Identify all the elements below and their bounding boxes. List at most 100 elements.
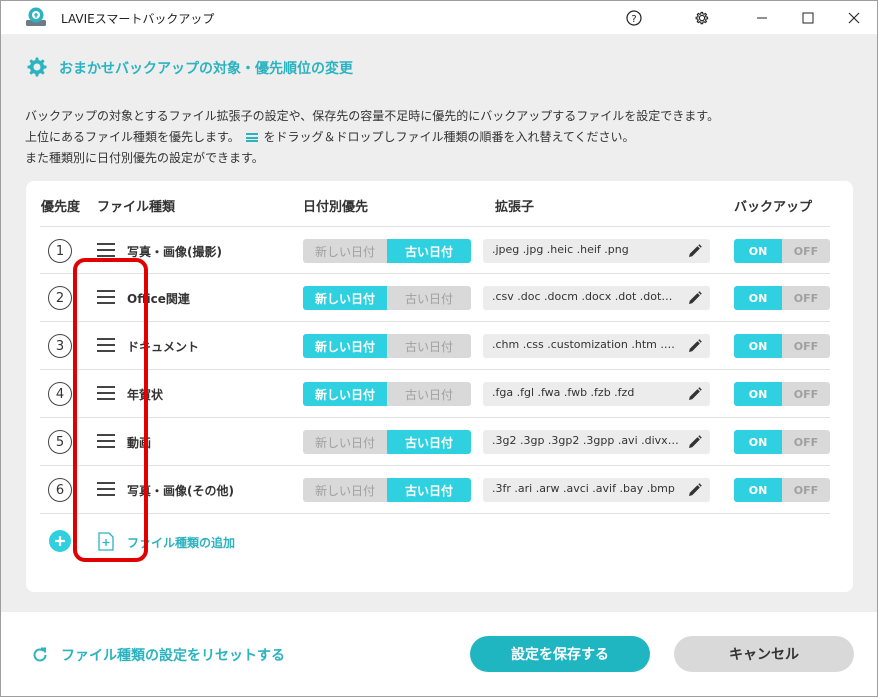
header-backup: バックアップ — [734, 200, 813, 215]
backup-on-option[interactable]: ON — [734, 430, 782, 454]
header-priority: 優先度 — [41, 200, 81, 215]
maximize-button[interactable] — [785, 1, 831, 34]
section-heading: おまかせバックアップの対象・優先順位の変更 — [25, 56, 353, 80]
footer: ファイル種類の設定をリセットする 設定を保存する キャンセル — [1, 612, 877, 696]
priority-badge: 2 — [48, 286, 72, 310]
file-type-name: 年賀状 — [127, 388, 164, 402]
pencil-icon[interactable] — [687, 434, 703, 450]
older-date-option[interactable]: 古い日付 — [387, 382, 471, 406]
description-line-2: 上位にあるファイル種類を優先します。 をドラッグ＆ドロップしファイル種類の順番を… — [25, 127, 719, 148]
date-priority-toggle: 新しい日付 古い日付 — [303, 334, 471, 358]
backup-off-option[interactable]: OFF — [782, 286, 830, 310]
priority-badge: 1 — [48, 239, 72, 263]
priority-badge: 3 — [48, 334, 72, 358]
description-line-2-end: をドラッグ＆ドロップしファイル種類の順番を入れ替えてください。 — [263, 130, 635, 144]
older-date-option[interactable]: 古い日付 — [387, 286, 471, 310]
older-date-option[interactable]: 古い日付 — [387, 239, 471, 263]
backup-switch[interactable]: ON OFF — [734, 478, 830, 502]
file-type-name: 動画 — [127, 436, 152, 450]
table-row[interactable]: 2 Office関連 新しい日付 古い日付 .csv .doc .docm .docx … — [40, 274, 830, 322]
date-priority-toggle: 新しい日付 古い日付 — [303, 382, 471, 406]
table-row[interactable]: 3 ドキュメント 新しい日付 古い日付 .chm .css .customization… — [40, 322, 830, 370]
drag-handle-icon[interactable] — [97, 386, 115, 400]
pencil-icon[interactable] — [687, 482, 703, 498]
description-line-1: バックアップの対象とするファイル拡張子の設定や、保存先の容量不足時に優先的にバッ… — [25, 109, 720, 123]
drag-handle-icon — [245, 133, 258, 142]
date-priority-toggle: 新しい日付 古い日付 — [303, 286, 471, 310]
newer-date-option[interactable]: 新しい日付 — [303, 382, 387, 406]
table-row[interactable]: 6 写真・画像(その他) 新しい日付 古い日付 .3fr .ari .arw .avci… — [40, 466, 830, 514]
window-title: LAVIEスマートバックアップ — [61, 12, 215, 26]
title-bar: LAVIEスマートバックアップ ? — [1, 1, 877, 34]
newer-date-option[interactable]: 新しい日付 — [303, 334, 387, 358]
older-date-option[interactable]: 古い日付 — [387, 430, 471, 454]
extensions-field[interactable]: .jpeg .jpg .heic .heif .png — [483, 239, 710, 263]
extensions-field[interactable]: .3g2 .3gp .3gp2 .3gpp .avi .divx .flv — [483, 430, 710, 454]
drag-handle-icon[interactable] — [97, 290, 115, 304]
backup-switch[interactable]: ON OFF — [734, 430, 830, 454]
older-date-option[interactable]: 古い日付 — [387, 478, 471, 502]
close-button[interactable] — [831, 1, 877, 34]
backup-off-option[interactable]: OFF — [782, 239, 830, 263]
drag-handle-icon[interactable] — [97, 243, 115, 257]
reset-button[interactable]: ファイル種類の設定をリセットする — [31, 645, 285, 665]
minimize-button[interactable] — [739, 1, 785, 34]
extensions-field[interactable]: .3fr .ari .arw .avci .avif .bay .bmp — [483, 478, 710, 502]
backup-on-option[interactable]: ON — [734, 334, 782, 358]
pencil-icon[interactable] — [687, 290, 703, 306]
pencil-icon[interactable] — [687, 338, 703, 354]
newer-date-option[interactable]: 新しい日付 — [303, 286, 387, 310]
save-button[interactable]: 設定を保存する — [470, 636, 650, 672]
header-file-type: ファイル種類 — [97, 200, 176, 215]
svg-text:?: ? — [631, 14, 636, 25]
reset-label: ファイル種類の設定をリセットする — [61, 648, 285, 664]
main-content: おまかせバックアップの対象・優先順位の変更 バックアップの対象とするファイル拡張… — [1, 34, 877, 612]
newer-date-option[interactable]: 新しい日付 — [303, 430, 387, 454]
file-type-table: 優先度 ファイル種類 日付別優先 拡張子 バックアップ 1 写真・画像(撮影) 新し… — [26, 181, 853, 592]
drag-handle-icon[interactable] — [97, 338, 115, 352]
description-line-3: また種類別に日付別優先の設定ができます。 — [25, 151, 264, 165]
maximize-icon — [802, 12, 814, 23]
backup-switch[interactable]: ON OFF — [734, 239, 830, 263]
backup-switch[interactable]: ON OFF — [734, 286, 830, 310]
table-row[interactable]: 5 動画 新しい日付 古い日付 .3g2 .3gp .3gp2 .3gpp .avi .… — [40, 418, 830, 466]
plus-icon — [55, 536, 65, 546]
pencil-icon[interactable] — [687, 386, 703, 402]
backup-on-option[interactable]: ON — [734, 286, 782, 310]
backup-off-option[interactable]: OFF — [782, 334, 830, 358]
add-file-type-button[interactable] — [49, 530, 71, 552]
backup-off-option[interactable]: OFF — [782, 382, 830, 406]
table-row[interactable]: 1 写真・画像(撮影) 新しい日付 古い日付 .jpeg .jpg .heic .hei… — [40, 226, 830, 274]
newer-date-option[interactable]: 新しい日付 — [303, 478, 387, 502]
extensions-field[interactable]: .fga .fgl .fwa .fwb .fzb .fzd — [483, 382, 710, 406]
pencil-icon[interactable] — [687, 243, 703, 259]
cancel-button[interactable]: キャンセル — [674, 636, 854, 672]
older-date-option[interactable]: 古い日付 — [387, 334, 471, 358]
file-type-name: ドキュメント — [127, 340, 200, 354]
backup-off-option[interactable]: OFF — [782, 430, 830, 454]
date-priority-toggle: 新しい日付 古い日付 — [303, 239, 471, 263]
priority-badge: 6 — [48, 478, 72, 502]
settings-button[interactable] — [679, 1, 725, 34]
date-priority-toggle: 新しい日付 古い日付 — [303, 478, 471, 502]
priority-badge: 4 — [48, 382, 72, 406]
backup-on-option[interactable]: ON — [734, 382, 782, 406]
extensions-field[interactable]: .chm .css .customization .htm .html — [483, 334, 710, 358]
backup-off-option[interactable]: OFF — [782, 478, 830, 502]
file-type-name: Office関連 — [127, 292, 190, 306]
table-row[interactable]: 4 年賀状 新しい日付 古い日付 .fga .fgl .fwa .fwb .fzb .f… — [40, 370, 830, 418]
drag-handle-icon[interactable] — [97, 482, 115, 496]
backup-on-option[interactable]: ON — [734, 478, 782, 502]
gear-icon — [27, 57, 47, 77]
drag-handle-icon[interactable] — [97, 434, 115, 448]
file-type-name: 写真・画像(撮影) — [127, 245, 222, 259]
backup-on-option[interactable]: ON — [734, 239, 782, 263]
help-icon: ? — [626, 9, 642, 26]
help-button[interactable]: ? — [611, 1, 657, 34]
add-file-type-link[interactable]: ファイル種類の追加 — [127, 534, 235, 551]
backup-switch[interactable]: ON OFF — [734, 382, 830, 406]
extensions-field[interactable]: .csv .doc .docm .docx .dot .dotm .dotx — [483, 286, 710, 310]
close-icon — [848, 12, 860, 23]
newer-date-option[interactable]: 新しい日付 — [303, 239, 387, 263]
backup-switch[interactable]: ON OFF — [734, 334, 830, 358]
